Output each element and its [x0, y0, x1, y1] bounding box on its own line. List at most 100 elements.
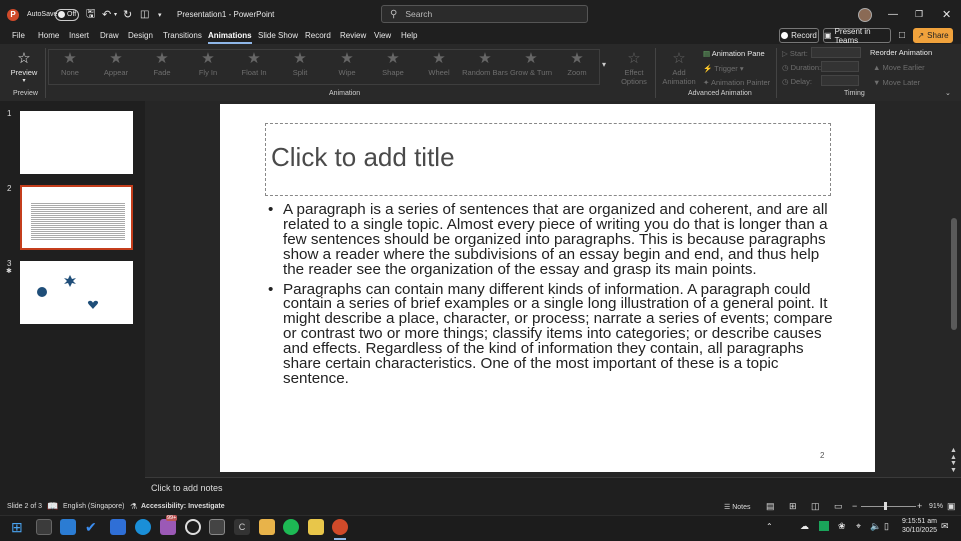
start-from-beginning-icon[interactable]: ◫: [140, 0, 149, 29]
zoom-slider-thumb[interactable]: [884, 502, 887, 510]
chatgpt-icon[interactable]: [185, 519, 201, 535]
tab-slide-show[interactable]: Slide Show: [258, 29, 298, 44]
tray-app-icon[interactable]: ☁: [800, 521, 809, 532]
fit-to-window-icon[interactable]: ▣: [947, 501, 956, 512]
notes-button[interactable]: ☰ Notes: [724, 503, 751, 511]
animation-painter-button[interactable]: ✦ Animation Painter: [703, 78, 770, 87]
present-in-teams-button[interactable]: ▣ Present in Teams: [823, 27, 891, 45]
anim-float-in[interactable]: ★ Float In: [231, 50, 277, 84]
record-button[interactable]: Record: [779, 28, 819, 43]
spotify-icon[interactable]: [283, 519, 299, 535]
anim-none[interactable]: ★ None: [47, 50, 93, 84]
undo-dropdown-icon[interactable]: ▾: [114, 0, 117, 29]
minimize-icon[interactable]: —: [888, 0, 898, 29]
move-earlier-button[interactable]: ▲ Move Earlier: [873, 63, 925, 72]
notifications-icon[interactable]: ✉: [941, 521, 949, 532]
battery-icon[interactable]: ▯: [884, 521, 889, 532]
tab-transitions[interactable]: Transitions: [163, 29, 202, 44]
zoom-in-icon[interactable]: +: [917, 501, 922, 511]
restore-icon[interactable]: ❐: [915, 0, 923, 29]
tray-app-icon[interactable]: ❀: [838, 521, 846, 532]
zoom-out-icon[interactable]: −: [852, 501, 857, 511]
tab-animations[interactable]: Animations: [208, 29, 252, 44]
file-explorer-icon[interactable]: [259, 519, 275, 535]
vertical-scrollbar[interactable]: [951, 218, 957, 330]
tab-home[interactable]: Home: [38, 29, 59, 44]
reading-view-icon[interactable]: ◫: [811, 501, 820, 512]
slide-thumbnail-2[interactable]: [20, 185, 133, 250]
animation-pane-button[interactable]: ▤ Animation Pane: [703, 49, 765, 58]
clock-date[interactable]: 30/10/2025: [899, 527, 937, 534]
spelling-icon[interactable]: 📖: [47, 501, 58, 512]
volume-icon[interactable]: 🔈: [870, 521, 881, 532]
tab-draw[interactable]: Draw: [100, 29, 119, 44]
clock-time[interactable]: 9:15:51 am: [899, 518, 937, 525]
sticky-notes-icon[interactable]: [308, 519, 324, 535]
task-view-icon[interactable]: [36, 519, 52, 535]
slide-thumbnail-3[interactable]: [20, 261, 133, 324]
move-later-button[interactable]: ▼ Move Later: [873, 78, 920, 87]
add-animation-button[interactable]: ☆ Add Animation: [660, 50, 698, 86]
slide[interactable]: Click to add title A paragraph is a seri…: [220, 104, 875, 472]
share-button[interactable]: ↗ Share: [913, 28, 953, 43]
anim-zoom[interactable]: ★ Zoom: [554, 50, 600, 84]
redo-icon[interactable]: ↻: [123, 0, 132, 29]
windows-start-icon[interactable]: ⊞: [11, 519, 27, 535]
zoom-slider[interactable]: [861, 506, 916, 507]
tray-app-icon[interactable]: [819, 521, 829, 531]
tab-view[interactable]: View: [374, 29, 391, 44]
delay-input[interactable]: [821, 75, 859, 86]
accessibility-status[interactable]: Accessibility: Investigate: [141, 503, 225, 510]
tab-insert[interactable]: Insert: [69, 29, 89, 44]
anim-random-bars[interactable]: ★ Random Bars: [462, 50, 508, 84]
tab-record[interactable]: Record: [305, 29, 331, 44]
autosave-toggle[interactable]: Off: [55, 0, 79, 29]
anim-grow-turn[interactable]: ★ Grow & Turn: [508, 50, 554, 84]
app-icon[interactable]: [209, 519, 225, 535]
app-icon[interactable]: [110, 519, 126, 535]
tab-review[interactable]: Review: [340, 29, 366, 44]
anim-fly-in[interactable]: ★ Fly In: [185, 50, 231, 84]
terminal-icon[interactable]: C: [234, 519, 250, 535]
save-icon[interactable]: 🖫: [86, 0, 95, 29]
search-box[interactable]: ⚲ Search: [381, 5, 588, 23]
anim-wipe[interactable]: ★ Wipe: [324, 50, 370, 84]
undo-icon[interactable]: ↶: [102, 0, 111, 29]
notes-pane[interactable]: Click to add notes: [145, 477, 961, 498]
anim-appear[interactable]: ★ Appear: [93, 50, 139, 84]
avatar[interactable]: [858, 0, 872, 29]
anim-wheel[interactable]: ★ Wheel: [416, 50, 462, 84]
customize-toolbar-icon[interactable]: ▾: [158, 0, 162, 29]
wifi-icon[interactable]: ⌖: [856, 521, 861, 532]
slideshow-view-icon[interactable]: ▭: [834, 501, 843, 512]
todo-icon[interactable]: ✔: [85, 519, 101, 535]
duration-input[interactable]: [821, 61, 859, 72]
tray-chevron-icon[interactable]: ⌃: [766, 522, 773, 531]
app-with-badge-icon[interactable]: 99+: [160, 515, 178, 535]
effect-options-button[interactable]: ☆ Effect Options: [614, 50, 654, 86]
tab-help[interactable]: Help: [401, 29, 417, 44]
tab-design[interactable]: Design: [128, 29, 153, 44]
trigger-button[interactable]: ⚡ Trigger ▾: [703, 64, 744, 73]
anim-fade[interactable]: ★ Fade: [139, 50, 185, 84]
prev-slide-icon[interactable]: ▲ ▲: [950, 447, 957, 461]
title-placeholder[interactable]: Click to add title: [265, 123, 831, 196]
zoom-level[interactable]: 91%: [929, 503, 943, 510]
close-icon[interactable]: ✕: [942, 0, 951, 29]
anim-split[interactable]: ★ Split: [277, 50, 323, 84]
powerpoint-taskbar-icon[interactable]: [332, 519, 348, 535]
tab-file[interactable]: File: [12, 29, 25, 44]
normal-view-icon[interactable]: ▤: [766, 501, 775, 512]
edge-icon[interactable]: [135, 519, 151, 535]
collapse-ribbon-icon[interactable]: ⌄: [945, 89, 951, 97]
gallery-more-icon[interactable]: ▾: [602, 60, 606, 69]
start-select[interactable]: [811, 47, 861, 58]
vscode-icon[interactable]: [60, 519, 76, 535]
anim-shape[interactable]: ★ Shape: [370, 50, 416, 84]
preview-button[interactable]: ☆ Preview ▾: [4, 50, 44, 84]
slide-thumbnail-1[interactable]: [20, 111, 133, 174]
language-label[interactable]: English (Singapore): [63, 503, 124, 510]
comments-icon[interactable]: □: [896, 28, 908, 43]
slide-sorter-icon[interactable]: ⊞: [789, 501, 797, 512]
next-slide-icon[interactable]: ▼ ▼: [950, 460, 957, 474]
